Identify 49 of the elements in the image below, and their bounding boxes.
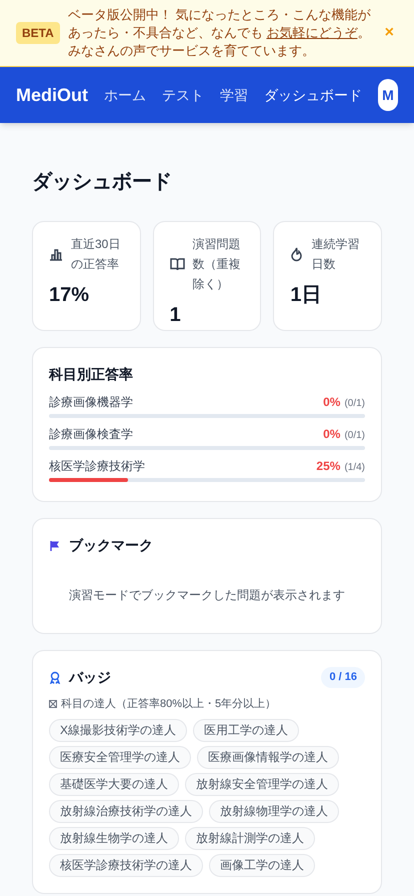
- feedback-link[interactable]: お気軽にどうぞ: [266, 25, 358, 40]
- user-avatar[interactable]: M: [378, 79, 398, 111]
- badge-chip: 放射線安全管理学の達人: [185, 772, 339, 796]
- card-title: 科目別正答率: [49, 365, 134, 384]
- stat-value: 1: [170, 303, 182, 328]
- badge-chip: 医療画像情報学の達人: [197, 746, 339, 768]
- subject-name: 診療画像検査学: [49, 426, 133, 443]
- subject-count: (0/1): [344, 397, 365, 411]
- beta-message: ベータ版公開中！ 気になったところ・こんな機能があったら・不具合など、なんでも お気軽にどうぞ。みなさんの声でサービスを育てています。: [68, 6, 372, 60]
- subject-count: (1/4): [344, 461, 365, 475]
- image-icon: [49, 700, 57, 708]
- stat-value: 1日: [290, 283, 322, 308]
- award-icon: [49, 671, 61, 684]
- badge-count: 0 / 16: [321, 667, 365, 688]
- badge-chip: X線撮影技術学の達人: [49, 718, 188, 742]
- subject-percent: 0%: [323, 394, 340, 411]
- book-icon: [170, 257, 185, 271]
- subject-count: (0/1): [344, 429, 365, 443]
- badge-chip: 放射線物理学の達人: [209, 800, 339, 822]
- nav-link[interactable]: テスト: [162, 84, 204, 106]
- badge-category: 科目の達人（正答率80%以上・5年分以上）: [61, 696, 276, 712]
- empty-message: 演習モードでブックマークした問題が表示されます: [68, 587, 346, 604]
- badge-chip: 放射線生物学の達人: [49, 826, 179, 850]
- nav-link[interactable]: ホーム: [104, 84, 146, 106]
- card-title: ブックマーク: [69, 536, 153, 555]
- badge-chip: 基礎医学大要の達人: [49, 772, 179, 796]
- subject-percent: 25%: [316, 458, 340, 475]
- flame-icon: [290, 246, 304, 262]
- flag-icon: [49, 540, 61, 552]
- subject-percent: 0%: [323, 426, 340, 443]
- badge-chip: 画像工学の達人: [209, 854, 315, 876]
- bar-chart-icon: [49, 247, 63, 261]
- nav-link[interactable]: 学習: [220, 84, 248, 106]
- beta-badge: BETA: [16, 22, 60, 44]
- subject-name: 診療画像機器学: [49, 394, 133, 411]
- stat-label: 連続学習日数: [311, 236, 360, 273]
- badge-chip: 放射線治療技術学の達人: [49, 800, 203, 822]
- nav-link[interactable]: ダッシュボード: [264, 84, 362, 106]
- badge-chip: 医療安全管理学の達人: [49, 746, 191, 768]
- stat-label: 演習問題数（重複除く）: [192, 236, 242, 293]
- badge-chip: 医用工学の達人: [193, 718, 300, 742]
- badge-chip: 放射線計測学の達人: [185, 826, 315, 850]
- card-title: バッジ: [69, 668, 111, 687]
- stat-label: 直近30日の正答率: [71, 236, 122, 273]
- page-title: ダッシュボード: [32, 170, 173, 195]
- app-logo[interactable]: MediOut: [16, 82, 88, 108]
- stat-value: 17%: [49, 283, 90, 308]
- subject-name: 核医学診療技術学: [49, 458, 145, 475]
- badge-chip: 核医学診療技術学の達人: [49, 854, 203, 876]
